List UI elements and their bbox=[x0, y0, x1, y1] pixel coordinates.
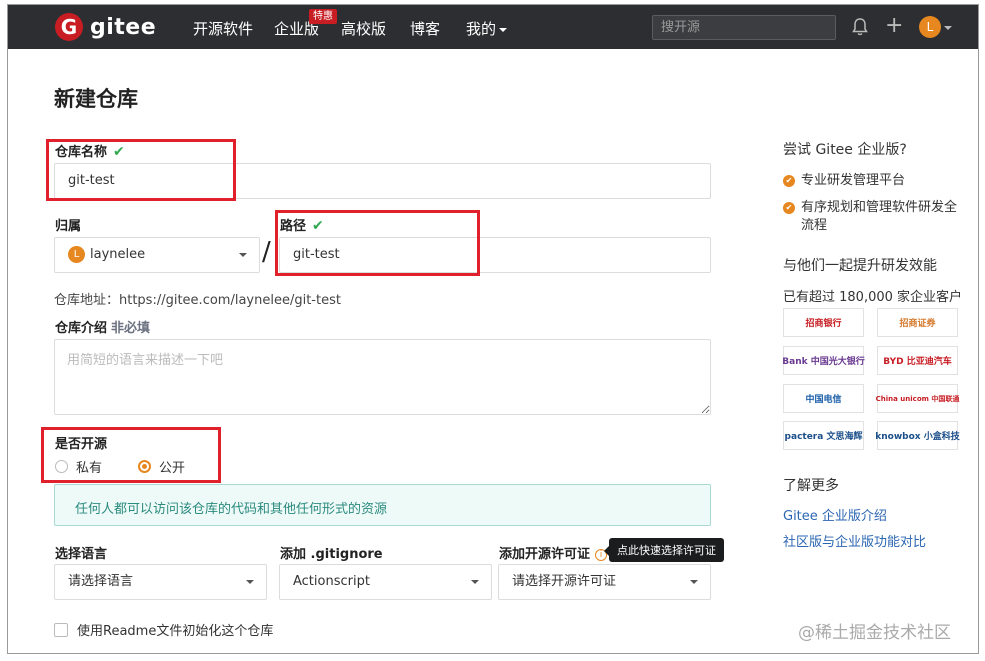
owner-select[interactable]: Llaynelee bbox=[54, 237, 260, 273]
gitee-logo-icon: G bbox=[55, 13, 83, 41]
owner-label: 归属 bbox=[55, 219, 82, 234]
gitignore-select-value: Actionscript bbox=[293, 574, 370, 589]
chevron-down-icon bbox=[239, 253, 247, 257]
gitignore-label: 添加 .gitignore bbox=[280, 547, 383, 562]
check-circle-icon: ✔ bbox=[783, 174, 795, 187]
browser-frame: G gitee 开源软件 企业版 特惠 高校版 博客 我的 + L 新建仓库 仓… bbox=[7, 4, 979, 654]
together-title: 与他们一起提升研发效能 bbox=[783, 258, 937, 274]
learn-more-title: 了解更多 bbox=[783, 478, 839, 494]
brand-logo-cmb: 招商银行 bbox=[783, 308, 864, 337]
brand-logo-pactera: pactera 文思海辉 bbox=[783, 421, 864, 450]
brand-logo-china-telecom: 中国电信 bbox=[783, 384, 864, 413]
license-select[interactable]: 请选择开源许可证 bbox=[498, 564, 711, 600]
gitee-logo[interactable]: G gitee bbox=[55, 13, 156, 41]
gitee-logo-text: gitee bbox=[90, 14, 157, 40]
language-select[interactable]: 请选择语言 bbox=[54, 564, 267, 600]
optional-tag: 非必填 bbox=[111, 321, 151, 336]
edition-compare-link[interactable]: 社区版与企业版功能对比 bbox=[783, 531, 926, 550]
bell-icon[interactable] bbox=[851, 17, 869, 37]
enterprise-try-title: 尝试 Gitee 企业版? bbox=[783, 142, 907, 158]
highlight-box-repo-name bbox=[46, 139, 236, 201]
feature-text-continued: 流程 bbox=[801, 218, 828, 233]
feature-item: ✔ 专业研发管理平台 bbox=[783, 169, 905, 188]
user-avatar[interactable]: L bbox=[919, 16, 941, 38]
public-info-message: 任何人都可以访问该仓库的代码和其他任何形式的资源 bbox=[54, 484, 711, 526]
repo-address-hint: 仓库地址：https://gitee.com/laynelee/git-test bbox=[54, 293, 341, 308]
license-label-text: 添加开源许可证 bbox=[499, 547, 591, 562]
plus-icon[interactable]: + bbox=[885, 15, 903, 37]
description-label: 仓库介绍 非必填 bbox=[55, 317, 150, 336]
highlight-box-visibility bbox=[41, 427, 221, 483]
license-label: 添加开源许可证 i bbox=[499, 543, 608, 562]
nav-open-source[interactable]: 开源软件 bbox=[193, 18, 253, 39]
nav-university[interactable]: 高校版 bbox=[341, 18, 386, 39]
highlight-box-path bbox=[275, 210, 480, 276]
enterprise-intro-link[interactable]: Gitee 企业版介绍 bbox=[783, 505, 887, 524]
brand-logo-byd: BYD 比亚迪汽车 bbox=[877, 346, 958, 375]
check-circle-icon: ✔ bbox=[783, 201, 795, 214]
brand-logo-cmbchina-securities: 招商证券 bbox=[877, 308, 958, 337]
checkbox[interactable] bbox=[54, 622, 68, 637]
license-tooltip: 点此快速选择许可证 bbox=[604, 538, 724, 562]
brand-logo-china-unicom: China unicom 中国联通 bbox=[876, 384, 959, 413]
chevron-down-icon bbox=[499, 27, 508, 32]
brand-logo-knowbox: knowbox 小盒科技 bbox=[875, 421, 960, 450]
feature-item: ✔ 有序规划和管理软件研发全 bbox=[783, 196, 957, 215]
search-input[interactable] bbox=[652, 15, 836, 40]
top-navbar: G gitee 开源软件 企业版 特惠 高校版 博客 我的 + L bbox=[8, 5, 978, 49]
page-title: 新建仓库 bbox=[54, 87, 138, 111]
feature-text: 专业研发管理平台 bbox=[801, 173, 906, 188]
chevron-down-icon bbox=[471, 580, 479, 584]
customer-count: 已有超过 180,000 家企业客户 bbox=[783, 290, 963, 305]
gitignore-select[interactable]: Actionscript bbox=[279, 564, 492, 600]
owner-select-value: laynelee bbox=[90, 247, 146, 262]
owner-path-separator: / bbox=[262, 237, 271, 267]
license-select-value: 请选择开源许可证 bbox=[512, 574, 617, 589]
special-offer-badge: 特惠 bbox=[309, 9, 337, 24]
language-select-value: 请选择语言 bbox=[68, 574, 134, 589]
feature-text: 有序规划和管理软件研发全 bbox=[801, 200, 958, 215]
description-label-text: 仓库介绍 bbox=[55, 321, 108, 336]
owner-avatar: L bbox=[68, 246, 85, 263]
brand-logo-ceb: Bank 中国光大银行 bbox=[782, 346, 865, 375]
chevron-down-icon bbox=[246, 580, 254, 584]
chevron-down-icon[interactable] bbox=[944, 26, 952, 30]
readme-init-label: 使用Readme文件初始化这个仓库 bbox=[77, 624, 274, 639]
chevron-down-icon bbox=[690, 580, 698, 584]
watermark: @稀土掘金技术社区 bbox=[798, 623, 951, 643]
nav-mine-label: 我的 bbox=[466, 20, 497, 38]
language-label: 选择语言 bbox=[55, 547, 108, 562]
nav-mine[interactable]: 我的 bbox=[466, 18, 508, 39]
readme-init-option[interactable]: 使用Readme文件初始化这个仓库 bbox=[54, 620, 273, 639]
description-textarea[interactable] bbox=[54, 339, 711, 415]
nav-blog[interactable]: 博客 bbox=[410, 18, 440, 39]
